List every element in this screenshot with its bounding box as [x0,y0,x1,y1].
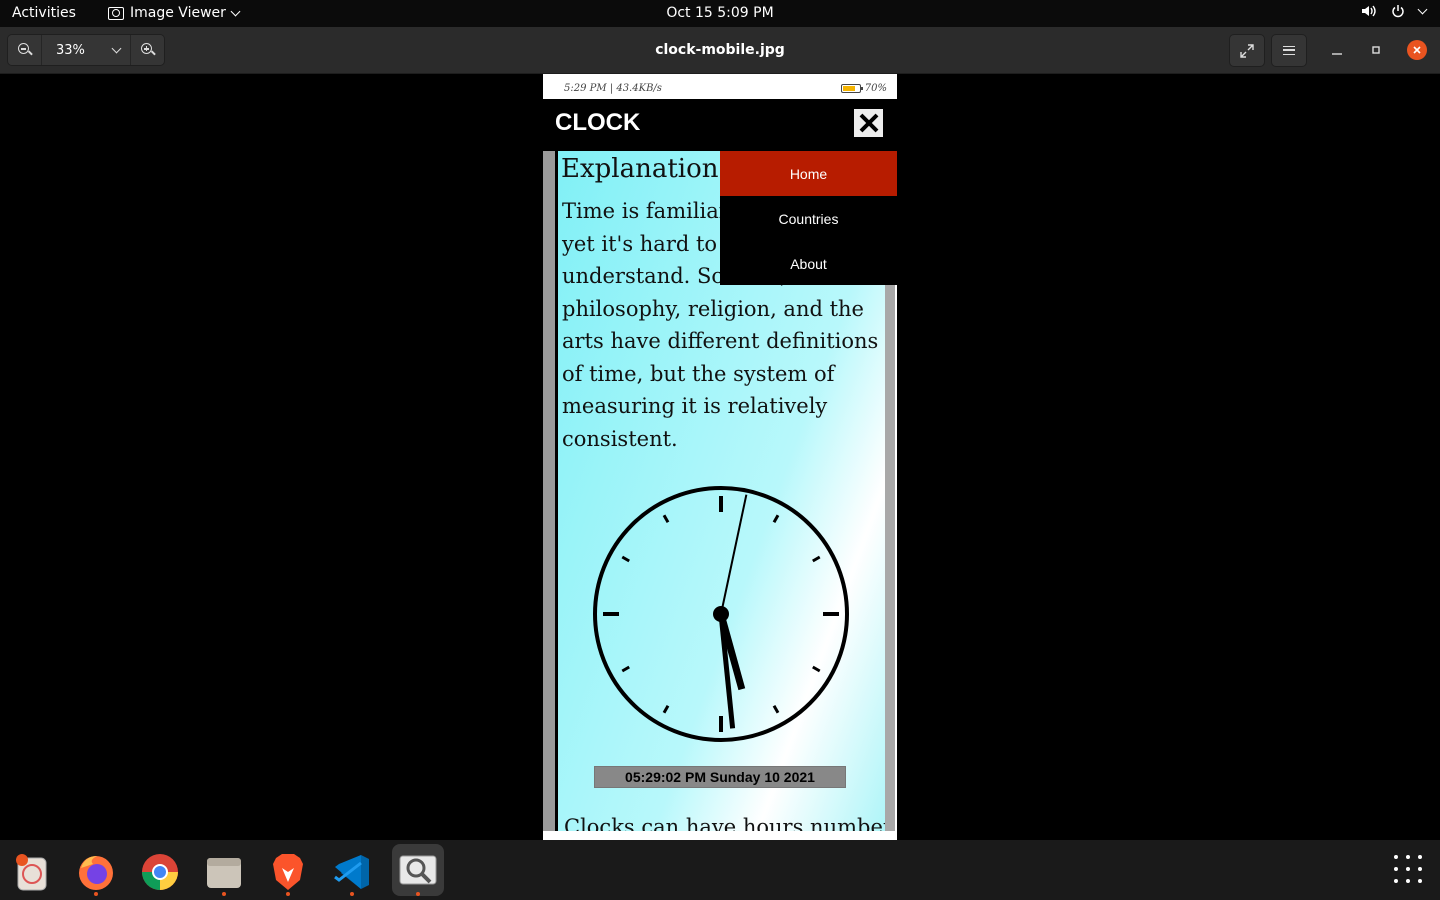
running-indicator [222,892,226,896]
viewer-header-bar: 33% clock-mobile.jpg [0,27,1440,74]
dock-ubuntu-software[interactable] [8,848,56,896]
nav-dropdown-menu: Home Countries About [720,151,897,285]
maximize-button[interactable] [1366,40,1386,60]
minimize-button[interactable] [1327,40,1347,60]
dock-files[interactable] [200,848,248,896]
clock-tick [662,705,670,714]
clock-tick [662,514,670,523]
vscode-icon [334,855,369,889]
menu-item-countries[interactable]: Countries [720,196,897,241]
chevron-down-icon [1417,4,1428,14]
chrome-icon [142,854,178,890]
site-navbar: CLOCK [543,99,897,151]
running-indicator [416,892,420,896]
close-window-button[interactable] [1407,40,1427,60]
files-icon [207,858,241,888]
close-icon [1413,46,1421,54]
show-applications-button[interactable] [1394,855,1422,883]
next-paragraph: Clocks can have hours numbered [564,815,895,831]
dock-vscode[interactable] [328,848,376,896]
brave-icon [273,854,303,890]
minimize-icon [1332,53,1342,55]
firefox-icon [79,856,113,890]
mobile-screenshot: 5:29 PM | 43.4KB/s 70% CLOCK Explanation… [543,74,897,840]
phone-status-right: 70% [840,83,887,94]
menu-item-about[interactable]: About [720,241,897,286]
dock-image-viewer[interactable] [392,844,444,896]
software-center-icon [16,854,47,891]
clock-tick [772,514,780,523]
close-icon [859,113,878,133]
hamburger-icon [1283,46,1295,55]
main-menu-button[interactable] [1271,34,1307,67]
phone-status-left: 5:29 PM | 43.4KB/s [564,83,662,94]
running-indicator [94,892,98,896]
running-indicator [286,892,290,896]
clock-tick [812,665,821,673]
dock-brave[interactable] [264,848,312,896]
second-hand [720,494,748,615]
image-viewer-icon [399,855,437,885]
dock-chrome[interactable] [136,848,184,896]
fullscreen-icon [1240,43,1254,58]
image-canvas[interactable]: 5:29 PM | 43.4KB/s 70% CLOCK Explanation… [0,74,1440,840]
battery-icon [840,84,863,93]
nav-close-button[interactable] [854,109,883,137]
clock-tick [621,665,630,673]
system-top-bar: Activities Image Viewer Oct 15 5:09 PM [0,0,1440,27]
site-brand[interactable]: CLOCK [555,109,640,137]
system-clock[interactable]: Oct 15 5:09 PM [0,5,1440,21]
volume-icon [1362,5,1376,17]
fullscreen-button[interactable] [1229,34,1265,67]
clock-tick [621,555,630,563]
dock [0,840,1440,900]
clock-tick [772,705,780,714]
system-tray[interactable] [1361,4,1428,18]
window-title: clock-mobile.jpg [655,42,785,58]
power-icon [1392,5,1404,18]
analog-clock [593,486,849,742]
phone-status-bar: 5:29 PM | 43.4KB/s 70% [543,74,897,99]
menu-item-home[interactable]: Home [720,151,897,196]
clock-tick [812,555,821,563]
running-indicator [350,892,354,896]
maximize-icon [1372,46,1380,54]
digital-datetime: 05:29:02 PM Sunday 10 2021 [594,766,846,788]
dock-firefox[interactable] [72,848,120,896]
battery-percent: 70% [864,83,887,94]
